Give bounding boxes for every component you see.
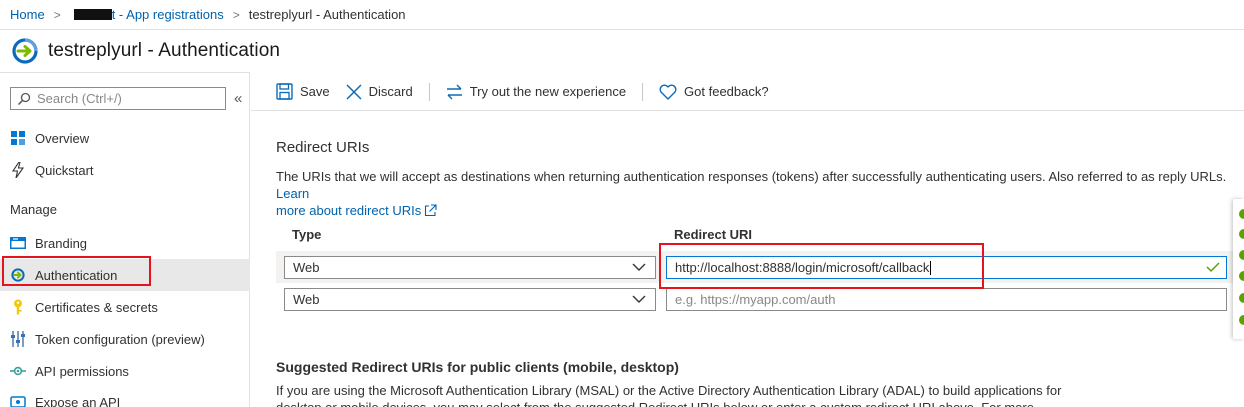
breadcrumb: Home > t - App registrations > testreply… — [0, 0, 1244, 30]
sidebar-item-quickstart[interactable]: Quickstart — [0, 154, 250, 186]
collapse-sidebar-icon[interactable]: « — [234, 90, 242, 107]
chevron-down-icon — [632, 295, 646, 303]
sidebar-item-overview[interactable]: Overview — [0, 122, 250, 154]
redirect-uris-description: The URIs that we will accept as destinat… — [276, 168, 1244, 219]
highlight-box-authentication — [2, 256, 151, 286]
command-bar: Save Discard Try out the new experience … — [251, 73, 1244, 111]
save-button[interactable]: Save — [276, 83, 330, 100]
breadcrumb-separator-icon: > — [232, 7, 240, 22]
column-header-type: Type — [292, 227, 322, 242]
feedback-button[interactable]: Got feedback? — [659, 84, 769, 100]
switch-arrows-icon — [446, 84, 462, 99]
discard-button[interactable]: Discard — [346, 83, 413, 100]
search-icon — [17, 92, 31, 105]
api-permissions-icon — [10, 363, 26, 379]
breadcrumb-home-link[interactable]: Home — [10, 7, 45, 22]
success-check-icon — [1239, 250, 1244, 260]
highlight-box-redirect-uri — [659, 243, 984, 289]
toolbar-divider — [642, 82, 644, 101]
sidebar-item-label: Certificates & secrets — [35, 299, 158, 315]
lightning-icon — [10, 162, 26, 178]
suggested-uris-description: If you are using the Microsoft Authentic… — [276, 383, 1062, 407]
success-check-icon — [1239, 229, 1244, 239]
sidebar-search-input[interactable]: Search (Ctrl+/) — [10, 87, 226, 110]
success-check-icon — [1239, 271, 1244, 281]
try-new-experience-label: Try out the new experience — [469, 84, 627, 99]
redirect-uri-input[interactable]: e.g. https://myapp.com/auth — [666, 288, 1227, 311]
breadcrumb-separator-icon: > — [53, 7, 61, 22]
sidebar-item-label: Overview — [35, 130, 90, 146]
sidebar-item-token-configuration[interactable]: Token configuration (preview) — [0, 323, 250, 355]
key-icon — [10, 299, 26, 315]
type-dropdown-value: Web — [293, 292, 320, 307]
token-config-icon — [10, 331, 26, 347]
success-check-icon — [1239, 293, 1244, 303]
discard-label: Discard — [368, 84, 413, 99]
save-icon — [276, 83, 293, 100]
save-label: Save — [300, 84, 330, 99]
learn-more-link-part2[interactable]: more about redirect URIs — [276, 203, 421, 218]
validation-side-panel — [1233, 199, 1244, 339]
heart-icon — [659, 84, 677, 100]
branding-icon — [10, 235, 26, 251]
overview-grid-icon — [10, 130, 26, 146]
page-title: testreplyurl - Authentication — [48, 40, 281, 61]
close-icon — [346, 83, 362, 100]
type-dropdown[interactable]: Web — [284, 288, 656, 311]
success-check-icon — [1239, 315, 1244, 325]
redacted-tenant-name — [73, 9, 112, 20]
redirect-uri-placeholder: e.g. https://myapp.com/auth — [675, 292, 836, 307]
column-header-redirect-uri: Redirect URI — [674, 227, 753, 242]
sidebar-item-expose-api[interactable]: Expose an API — [0, 386, 250, 407]
sidebar-search-row: Search (Ctrl+/) « — [10, 87, 242, 110]
sidebar-section-manage: Manage — [10, 202, 57, 217]
authentication-logo-icon — [12, 38, 38, 64]
sidebar-item-api-permissions[interactable]: API permissions — [0, 355, 250, 387]
type-dropdown[interactable]: Web — [284, 256, 656, 279]
learn-more-link-part1[interactable]: Learn — [276, 186, 309, 201]
breadcrumb-app-registrations-link[interactable]: t - App registrations — [112, 7, 224, 22]
breadcrumb-current: testreplyurl - Authentication — [248, 7, 406, 22]
sidebar-item-label: Expose an API — [35, 394, 121, 407]
success-check-icon — [1239, 209, 1244, 219]
suggested-uris-heading: Suggested Redirect URIs for public clien… — [276, 359, 679, 375]
sidebar-item-label: Quickstart — [35, 162, 94, 178]
description-text: The URIs that we will accept as destinat… — [276, 169, 1227, 184]
expose-api-icon — [10, 394, 26, 407]
redirect-uris-heading: Redirect URIs — [276, 139, 370, 156]
chevron-down-icon — [632, 263, 646, 271]
sidebar-item-certificates[interactable]: Certificates & secrets — [0, 291, 250, 323]
sidebar-item-label: Branding — [35, 235, 88, 251]
type-dropdown-value: Web — [293, 260, 320, 275]
sidebar-item-label: Token configuration (preview) — [35, 331, 205, 347]
feedback-label: Got feedback? — [684, 84, 769, 99]
sidebar-item-branding[interactable]: Branding — [0, 227, 250, 259]
toolbar-divider — [428, 82, 430, 101]
external-link-icon — [425, 204, 437, 217]
page-header: testreplyurl - Authentication — [0, 30, 1244, 72]
search-placeholder: Search (Ctrl+/) — [37, 91, 122, 106]
sidebar-item-label: API permissions — [35, 363, 129, 379]
valid-check-icon — [1206, 262, 1220, 273]
try-new-experience-button[interactable]: Try out the new experience — [446, 84, 626, 100]
